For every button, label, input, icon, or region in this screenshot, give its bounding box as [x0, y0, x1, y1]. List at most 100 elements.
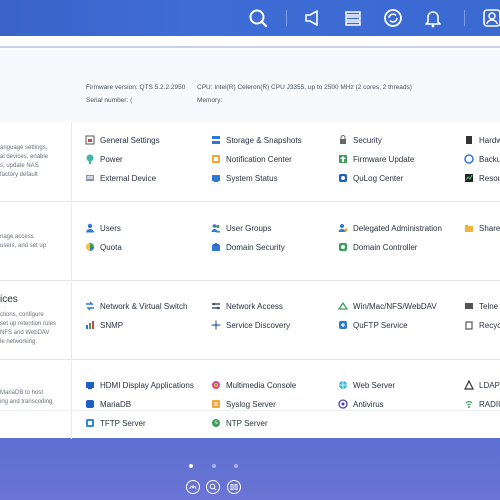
memory-info: Memory:: [197, 97, 223, 104]
radius-server-item[interactable]: RADIU: [464, 397, 500, 411]
multimedia-console-item[interactable]: Multimedia Console: [211, 378, 296, 392]
quftp-icon: [338, 320, 348, 330]
delegated-administration-item[interactable]: Delegated Administration: [338, 221, 442, 235]
power-item[interactable]: Power: [85, 152, 123, 166]
applications-row-3: TFTP Server NTP Server: [0, 410, 500, 439]
domain-security-icon: [211, 242, 221, 252]
user-groups-icon: [211, 223, 221, 233]
recycle-bin-icon: [464, 320, 474, 330]
system-status-icon: [211, 173, 221, 183]
general-settings-icon: [85, 135, 95, 145]
tftp-server-item[interactable]: TFTP Server: [85, 416, 146, 430]
snmp-icon: [85, 320, 95, 330]
notification-center-icon: [211, 154, 221, 164]
section-privilege: nage access users, and set up Users User…: [0, 203, 500, 281]
page-indicator-dot-1[interactable]: [189, 464, 193, 468]
domain-security-item[interactable]: Domain Security: [211, 240, 285, 254]
telnet-ssh-item[interactable]: Telne: [464, 299, 498, 313]
bell-icon[interactable]: [421, 6, 445, 30]
ntp-icon: [211, 418, 221, 428]
qulog-icon: [338, 173, 348, 183]
background-tasks-icon[interactable]: [341, 6, 365, 30]
mariadb-item[interactable]: MariaDB: [85, 397, 131, 411]
mariadb-icon: [85, 399, 95, 409]
general-settings-item[interactable]: General Settings: [85, 133, 160, 147]
radius-icon: [464, 399, 474, 409]
multimedia-icon: [211, 380, 221, 390]
resource-monitor-icon: [464, 173, 474, 183]
backup-item[interactable]: Backu: [464, 152, 500, 166]
ntp-server-item[interactable]: NTP Server: [211, 416, 268, 430]
snmp-item[interactable]: SNMP: [85, 318, 123, 332]
hardware-icon: [464, 135, 474, 145]
network-switch-icon: [85, 301, 95, 311]
section-system-summary: anguage settings, al devices, enable s, …: [0, 122, 72, 201]
ldap-icon: [464, 380, 474, 390]
hardware-item[interactable]: Hardw: [464, 133, 500, 147]
section-network-description: ctions, configure set up retention rules…: [0, 312, 57, 345]
taskbar-divider: [464, 10, 465, 26]
page-indicator-dot-3[interactable]: [234, 464, 238, 468]
section-network-title: ices: [0, 294, 18, 305]
window-titlebar[interactable]: [0, 36, 500, 48]
win-mac-icon: [338, 301, 348, 311]
storage-icon: [211, 135, 221, 145]
power-icon: [85, 154, 95, 164]
shared-folders-item[interactable]: Share: [464, 221, 500, 235]
antivirus-icon: [338, 399, 348, 409]
security-item[interactable]: Security: [338, 133, 382, 147]
section-applications-summary-cont: [0, 411, 72, 439]
antivirus-item[interactable]: Antivirus: [338, 397, 384, 411]
cpu-info: CPU: Intel(R) Celeron(R) CPU J3355, up t…: [197, 84, 412, 91]
serial-number: Serial number: (: [86, 97, 133, 104]
notification-center-item[interactable]: Notification Center: [211, 152, 292, 166]
search-icon[interactable]: [246, 6, 270, 30]
hdmi-display-applications-item[interactable]: HDMI Display Applications: [85, 378, 194, 392]
section-applications: MariaDB to host ing and transcoding HDMI…: [0, 361, 500, 410]
control-panel-window: Firmware version: QTS 5.2.2.2950 Serial …: [0, 36, 500, 410]
notification-speaker-icon[interactable]: [301, 6, 325, 30]
firmware-update-item[interactable]: Firmware Update: [338, 152, 414, 166]
section-network-summary: ices ctions, configure set up retention …: [0, 282, 72, 359]
firmware-update-icon: [338, 154, 348, 164]
domain-controller-icon: [338, 242, 348, 252]
qulog-center-item[interactable]: QuLog Center: [338, 171, 403, 185]
win-mac-nfs-webdav-item[interactable]: Win/Mac/NFS/WebDAV: [338, 299, 437, 313]
taskbar-divider: [286, 10, 287, 26]
sync-icon[interactable]: [381, 6, 405, 30]
search-dock-icon[interactable]: [206, 480, 220, 494]
tftp-icon: [85, 418, 95, 428]
section-privilege-description: nage access users, and set up: [0, 234, 47, 249]
service-discovery-item[interactable]: Service Discovery: [211, 318, 290, 332]
users-item[interactable]: Users: [85, 221, 121, 235]
section-network-services: ices ctions, configure set up retention …: [0, 282, 500, 360]
taskbar: [0, 0, 500, 36]
apps-dock-icon[interactable]: [227, 480, 241, 494]
section-system-description: anguage settings, al devices, enable s, …: [0, 145, 49, 178]
external-device-icon: [85, 173, 95, 183]
ldap-server-item[interactable]: LDAP: [464, 378, 500, 392]
dashboard-dock-icon[interactable]: [186, 480, 200, 494]
recycle-bin-item[interactable]: Recyc: [464, 318, 500, 332]
hdmi-icon: [85, 380, 95, 390]
quota-item[interactable]: Quota: [85, 240, 122, 254]
system-status-item[interactable]: System Status: [211, 171, 278, 185]
syslog-icon: [211, 399, 221, 409]
firmware-version: Firmware version: QTS 5.2.2.2950: [86, 84, 186, 91]
lock-icon: [338, 135, 348, 145]
page-indicator-dot-2[interactable]: [212, 464, 216, 468]
resource-monitor-item[interactable]: Resou: [464, 171, 500, 185]
network-access-item[interactable]: Network Access: [211, 299, 283, 313]
section-applications-description: MariaDB to host ing and transcoding: [0, 390, 53, 405]
quftp-service-item[interactable]: QuFTP Service: [338, 318, 408, 332]
external-device-item[interactable]: External Device: [85, 171, 156, 185]
domain-controller-item[interactable]: Domain Controller: [338, 240, 417, 254]
syslog-server-item[interactable]: Syslog Server: [211, 397, 276, 411]
network-virtual-switch-item[interactable]: Network & Virtual Switch: [85, 299, 187, 313]
folder-icon: [464, 223, 474, 233]
web-server-item[interactable]: Web Server: [338, 378, 395, 392]
telnet-icon: [464, 301, 474, 311]
storage-snapshots-item[interactable]: Storage & Snapshots: [211, 133, 302, 147]
user-icon[interactable]: [480, 6, 500, 30]
user-groups-item[interactable]: User Groups: [211, 221, 271, 235]
